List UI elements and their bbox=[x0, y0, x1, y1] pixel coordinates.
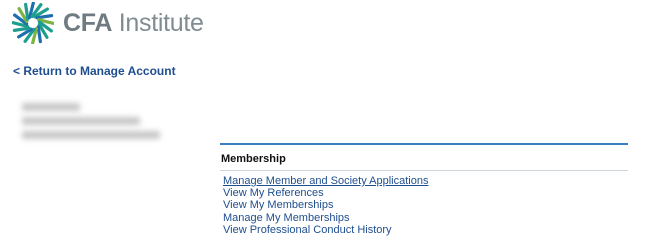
membership-links: Manage Member and Society Applications V… bbox=[220, 171, 628, 236]
logo-wordmark: CFA Institute bbox=[63, 8, 204, 37]
redacted-member-info bbox=[20, 101, 165, 145]
link-view-my-memberships[interactable]: View My Memberships bbox=[223, 199, 628, 211]
logo-ray bbox=[12, 26, 31, 32]
membership-header: Membership bbox=[221, 153, 286, 165]
membership-panel: Membership Manage Member and Society App… bbox=[220, 143, 628, 236]
page: CFA Institute < Return to Manage Account… bbox=[0, 0, 652, 243]
link-view-my-references[interactable]: View My References bbox=[223, 187, 628, 199]
link-manage-member-society-applications[interactable]: Manage Member and Society Applications bbox=[223, 175, 628, 187]
link-manage-my-memberships[interactable]: Manage My Memberships bbox=[223, 212, 628, 224]
logo-wordmark-bold: CFA bbox=[63, 8, 113, 37]
logo-wordmark-rest: Institute bbox=[112, 8, 204, 37]
link-view-professional-conduct-history[interactable]: View Professional Conduct History bbox=[223, 224, 628, 236]
cfa-logo[interactable]: CFA Institute bbox=[12, 2, 204, 44]
logo-ray bbox=[35, 14, 54, 20]
logo-ray bbox=[24, 2, 30, 21]
logo-ray bbox=[36, 25, 42, 44]
cfa-starburst-logo-icon bbox=[12, 2, 54, 44]
return-to-manage-account-link[interactable]: < Return to Manage Account bbox=[13, 64, 176, 78]
